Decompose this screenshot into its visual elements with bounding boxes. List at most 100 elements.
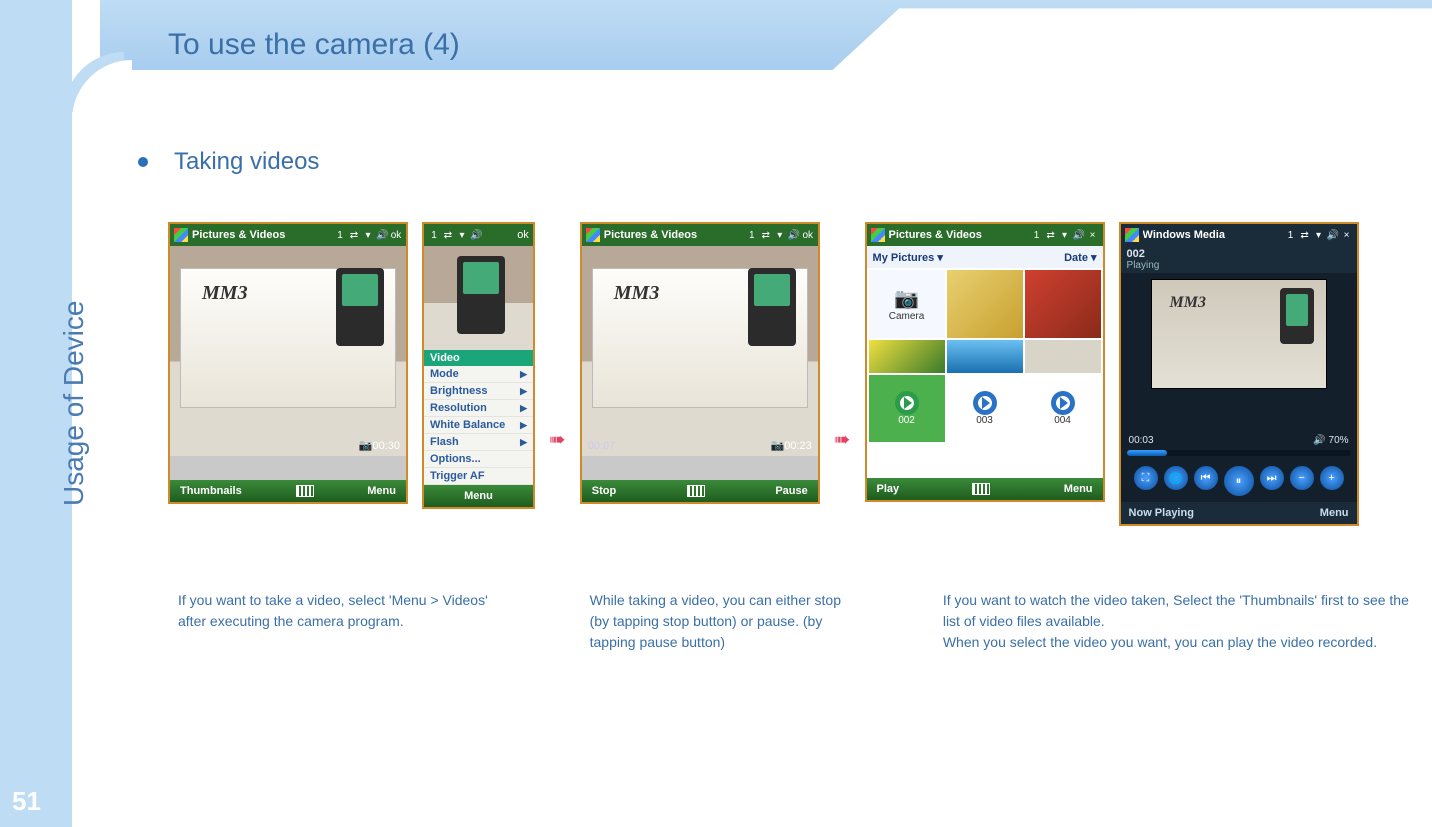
camera-icon: 📷: [894, 286, 919, 311]
close-button[interactable]: ×: [1087, 230, 1099, 241]
sort-dropdown[interactable]: Date ▾: [1064, 251, 1096, 264]
menu-item-label: Brightness: [430, 385, 487, 397]
signal-icon: ▾: [1059, 230, 1071, 241]
menu-item-options[interactable]: Options...: [424, 451, 533, 468]
close-button[interactable]: ×: [1341, 230, 1353, 241]
menu-item-flash[interactable]: Flash▶: [424, 434, 533, 451]
menu-item-trigger-af[interactable]: Trigger AF: [424, 468, 533, 485]
menu-item-brightness[interactable]: Brightness ▶: [424, 383, 533, 400]
folder-dropdown[interactable]: My Pictures ▾: [873, 251, 943, 264]
softkey-right-menu[interactable]: Menu: [1320, 507, 1349, 519]
softkey-right-pause[interactable]: Pause: [775, 485, 807, 497]
softkey-right-menu[interactable]: Menu: [1064, 483, 1093, 495]
status-icon: 1: [1031, 230, 1043, 241]
thumbnail-photo[interactable]: [1025, 340, 1101, 372]
softkey-left-now-playing[interactable]: Now Playing: [1129, 507, 1194, 519]
mm3-label: MM3: [1170, 294, 1206, 312]
thumbnail-grid: 📷 Camera 002 003 004: [867, 268, 1103, 478]
keyboard-icon[interactable]: [972, 483, 990, 495]
bullet-row: Taking videos: [138, 148, 319, 176]
caption-3: If you want to watch the video taken, Se…: [943, 590, 1420, 653]
softkey-left-thumbnails[interactable]: Thumbnails: [180, 485, 242, 497]
page-title: To use the camera (4): [168, 28, 460, 62]
sidebar-label: Usage of Device: [58, 301, 90, 506]
clip-name: 002: [1127, 248, 1351, 260]
menu-header-video[interactable]: Video: [424, 350, 533, 366]
sync-icon: ⇄: [1045, 230, 1057, 241]
softkey-right-menu[interactable]: Menu: [367, 485, 396, 497]
progress-fill: [1127, 450, 1167, 456]
menu-item-resolution[interactable]: Resolution▶: [424, 400, 533, 417]
ok-button[interactable]: ok: [517, 229, 529, 241]
titlebar: Windows Media 1 ⇄ ▾ 🔊 ×: [1121, 224, 1357, 246]
device-illustration: [1280, 288, 1314, 344]
thumb-label: 002: [898, 415, 915, 426]
titlebar-title: Windows Media: [1143, 229, 1281, 241]
screenshot-windows-media: Windows Media 1 ⇄ ▾ 🔊 × 002 Playing MM3: [1119, 222, 1359, 526]
caption-3b: When you select the video you want, you …: [943, 632, 1420, 653]
sync-icon: ⇄: [1299, 230, 1311, 241]
thumbnail-video[interactable]: 003: [947, 375, 1023, 442]
ok-button[interactable]: ok: [802, 230, 814, 241]
record-time-remaining: 📷00:23: [771, 439, 812, 452]
keyboard-icon[interactable]: [296, 485, 314, 497]
chevron-right-icon: ▶: [520, 386, 527, 397]
thumbnail-video[interactable]: 004: [1025, 375, 1101, 442]
titlebar-status-icons: 1 ⇄ ▾ 🔊 ok: [746, 230, 814, 241]
menu-item-label: Mode: [430, 368, 459, 380]
thumbnail-video-selected[interactable]: 002: [869, 375, 945, 442]
page: 51 Usage of Device To use the camera (4)…: [0, 0, 1432, 827]
fullscreen-button[interactable]: ⛶: [1134, 466, 1158, 490]
thumb-label: Camera: [889, 311, 925, 322]
titlebar-title: Pictures & Videos: [192, 229, 330, 241]
thumbnail-empty: [869, 444, 945, 476]
playback-time: 00:03: [1129, 435, 1154, 446]
thumbnail-camera[interactable]: 📷 Camera: [869, 270, 945, 338]
thumbnail-photo[interactable]: [869, 340, 945, 372]
titlebar-status-icons: 1 ⇄ ▾ 🔊 ×: [1031, 230, 1099, 241]
status-icon: 1: [428, 230, 440, 241]
timer-right: 00:30: [372, 440, 400, 452]
play-pause-button[interactable]: ⏸: [1224, 466, 1254, 496]
softkey-bar: Stop Pause: [582, 480, 818, 502]
bullet-dot-icon: [138, 157, 148, 167]
volume-value: 70%: [1329, 435, 1349, 446]
speaker-icon: 🔊: [1327, 230, 1339, 241]
caption-2: While taking a video, you can either sto…: [590, 590, 843, 653]
next-button[interactable]: ⏭: [1260, 466, 1284, 490]
vol-up-button[interactable]: +: [1320, 466, 1344, 490]
ok-button[interactable]: ok: [390, 230, 402, 241]
softkey-left-play[interactable]: Play: [877, 483, 900, 495]
windows-flag-icon: [871, 228, 885, 242]
titlebar: Pictures & Videos 1 ⇄ ▾ 🔊 ok: [170, 224, 406, 246]
caption-row: If you want to take a video, select 'Men…: [178, 590, 1420, 653]
caption-1: If you want to take a video, select 'Men…: [178, 590, 490, 653]
menu-item-label: Resolution: [430, 402, 487, 414]
device-illustration: [457, 256, 505, 334]
progress-bar[interactable]: [1127, 450, 1351, 456]
softkey-bar: Thumbnails Menu: [170, 480, 406, 502]
menu-item-label: Options...: [430, 453, 481, 465]
softkey-menu[interactable]: Menu: [424, 485, 533, 507]
thumbnail-photo[interactable]: [1025, 270, 1101, 338]
device-illustration: [748, 268, 796, 346]
keyboard-icon[interactable]: [687, 485, 705, 497]
media-video-area: MM3: [1151, 279, 1327, 389]
titlebar-status-icons: 1 ⇄ ▾ 🔊 ok: [334, 230, 402, 241]
softkey-left-stop[interactable]: Stop: [592, 485, 616, 497]
speaker-icon: 🔊: [376, 230, 388, 241]
screenshot-camera-menu-open: 1 ⇄ ▾ 🔊 ok Video Mode▶ Brightness▶ Resol…: [422, 222, 535, 509]
thumbnail-photo[interactable]: [947, 340, 1023, 372]
play-icon: [1051, 391, 1075, 415]
media-controls: ⛶ 🌐 ⏮ ⏸ ⏭ − +: [1121, 466, 1357, 496]
status-icon: 1: [334, 230, 346, 241]
vol-down-button[interactable]: −: [1290, 466, 1314, 490]
web-button[interactable]: 🌐: [1164, 466, 1188, 490]
thumbnail-photo[interactable]: [947, 270, 1023, 338]
menu-item-mode[interactable]: Mode▶: [424, 366, 533, 383]
prev-button[interactable]: ⏮: [1194, 466, 1218, 490]
toolbar-gap: [582, 456, 818, 480]
menu-item-white-balance[interactable]: White Balance▶: [424, 417, 533, 434]
camera-icon: 📷: [359, 440, 373, 452]
sync-icon: ⇄: [348, 230, 360, 241]
